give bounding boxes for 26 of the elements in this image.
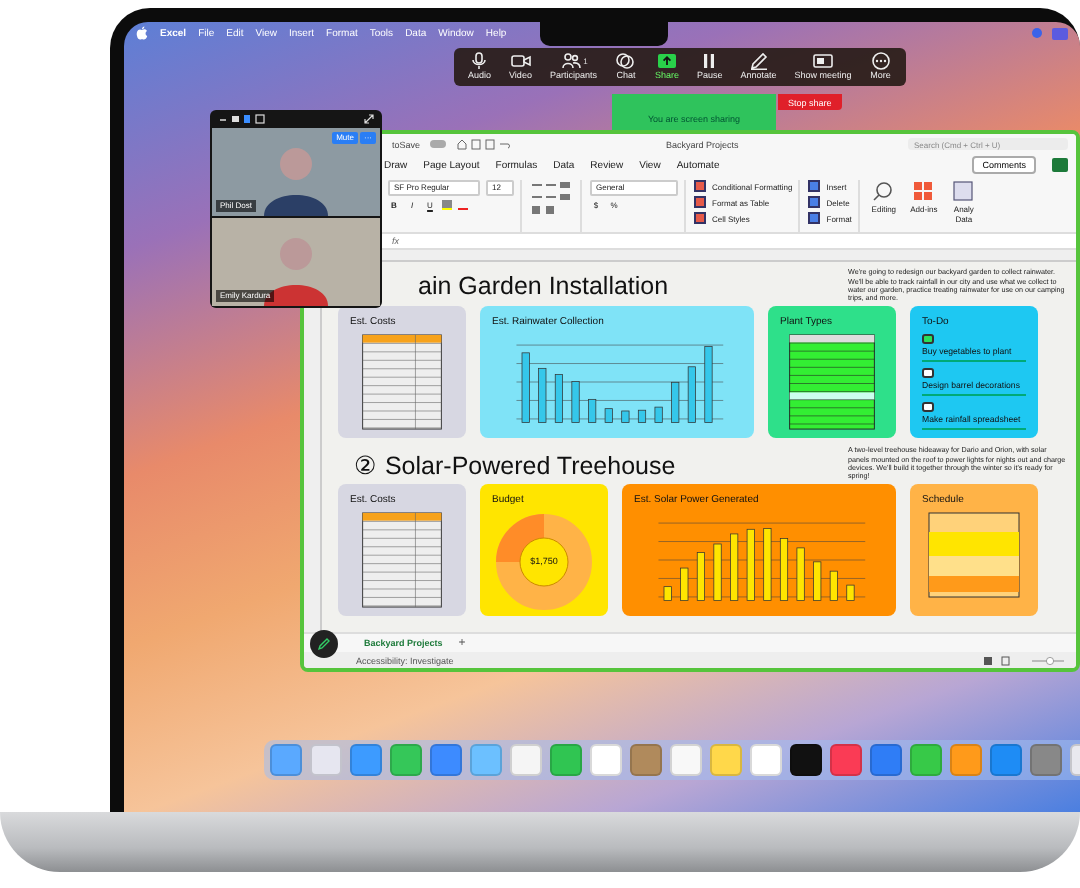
section-title: ain Garden Installation (418, 272, 671, 300)
table-drawing (360, 334, 444, 430)
app-icon[interactable] (790, 744, 822, 776)
autosave-toggle[interactable] (430, 140, 447, 148)
section-title: ② Solar-Powered Treehouse (354, 449, 678, 479)
pencil-icon (747, 52, 770, 70)
share-button[interactable] (1052, 158, 1068, 172)
view-zoom-controls (984, 655, 1064, 665)
alignment-icons (530, 180, 574, 216)
camera-notch (540, 22, 668, 46)
expand-icon (364, 113, 374, 123)
list-table-drawing (786, 334, 878, 430)
annotate-pencil-icon (310, 630, 338, 658)
magnifier-icon (872, 180, 895, 202)
highlight-color-icon[interactable] (442, 200, 452, 210)
screen-icon (812, 52, 835, 70)
microphone-icon (468, 52, 491, 70)
video-camera-icon (509, 52, 532, 70)
share-screen-icon (655, 52, 678, 70)
more-icon (869, 52, 892, 70)
table-drawing (360, 512, 444, 608)
grid-squares-icon (912, 180, 935, 202)
apple-icon (136, 26, 148, 40)
schedule-table-drawing (928, 512, 1020, 598)
people-icon (559, 52, 582, 70)
chat-bubbles-icon (614, 52, 637, 70)
